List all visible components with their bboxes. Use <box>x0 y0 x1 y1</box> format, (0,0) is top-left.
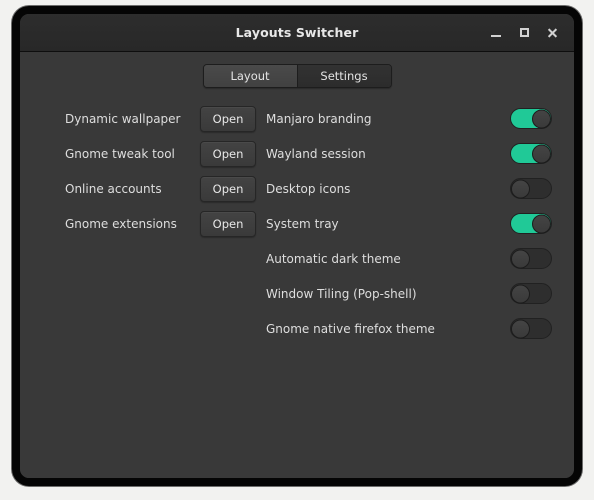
toggle-knob <box>511 319 530 338</box>
list-item: Gnome native firefox theme <box>266 311 552 346</box>
list-item: Automatic dark theme <box>266 241 552 276</box>
toggle-manjaro-branding[interactable] <box>510 108 552 129</box>
open-button-gnome-tweak-tool[interactable]: Open <box>200 140 256 167</box>
minimize-icon <box>491 35 501 37</box>
row-label-gnome-extensions: Gnome extensions <box>65 216 177 231</box>
tab-bar: Layout Settings <box>20 52 574 88</box>
list-item: Wayland session <box>266 136 552 171</box>
maximize-icon <box>519 28 529 37</box>
toggle-knob <box>532 109 551 128</box>
title-bar: Layouts Switcher <box>20 14 574 52</box>
tab-layout-label: Layout <box>230 69 270 83</box>
toggle-knob <box>511 249 530 268</box>
toggle-system-tray[interactable] <box>510 213 552 234</box>
row-label-window-tiling: Window Tiling (Pop-shell) <box>266 286 417 301</box>
row-label-system-tray: System tray <box>266 216 339 231</box>
toggle-gnome-native-firefox-theme[interactable] <box>510 318 552 339</box>
apps-column: Dynamic wallpaper Open Gnome tweak tool … <box>20 101 266 346</box>
settings-columns: Dynamic wallpaper Open Gnome tweak tool … <box>20 88 574 346</box>
row-label-gnome-native-firefox-theme: Gnome native firefox theme <box>266 321 435 336</box>
list-item: Manjaro branding <box>266 101 552 136</box>
tab-settings-label: Settings <box>320 69 368 83</box>
window-title: Layouts Switcher <box>235 25 359 40</box>
list-item: Desktop icons <box>266 171 552 206</box>
list-item: Window Tiling (Pop-shell) <box>266 276 552 311</box>
tab-layout[interactable]: Layout <box>203 65 297 87</box>
close-icon <box>547 27 558 38</box>
options-column: Manjaro branding Wayland session Desktop… <box>266 101 574 346</box>
open-button-label: Open <box>212 111 244 126</box>
maximize-button[interactable] <box>511 20 537 46</box>
row-label-online-accounts: Online accounts <box>65 181 162 196</box>
toggle-knob <box>532 144 551 163</box>
toggle-automatic-dark-theme[interactable] <box>510 248 552 269</box>
tab-settings[interactable]: Settings <box>296 65 391 87</box>
window-content: Layout Settings Dynamic wallpaper Open G… <box>20 52 574 478</box>
list-item: Dynamic wallpaper Open <box>65 101 266 136</box>
open-button-dynamic-wallpaper[interactable]: Open <box>200 105 256 132</box>
toggle-knob <box>511 179 530 198</box>
toggle-knob <box>511 284 530 303</box>
toggle-window-tiling[interactable] <box>510 283 552 304</box>
row-label-desktop-icons: Desktop icons <box>266 181 351 196</box>
row-label-dynamic-wallpaper: Dynamic wallpaper <box>65 111 181 126</box>
list-item: Gnome tweak tool Open <box>65 136 266 171</box>
minimize-button[interactable] <box>483 20 509 46</box>
list-item: System tray <box>266 206 552 241</box>
open-button-label: Open <box>212 216 244 231</box>
open-button-gnome-extensions[interactable]: Open <box>200 210 256 237</box>
application-window: Layouts Switcher Layout Settings Dynamic… <box>20 14 574 478</box>
window-controls <box>483 14 565 51</box>
tab-group: Layout Settings <box>202 64 392 88</box>
toggle-desktop-icons[interactable] <box>510 178 552 199</box>
open-button-label: Open <box>212 146 244 161</box>
row-label-gnome-tweak-tool: Gnome tweak tool <box>65 146 175 161</box>
toggle-knob <box>532 214 551 233</box>
row-label-wayland-session: Wayland session <box>266 146 366 161</box>
list-item: Online accounts Open <box>65 171 266 206</box>
open-button-online-accounts[interactable]: Open <box>200 175 256 202</box>
open-button-label: Open <box>212 181 244 196</box>
close-button[interactable] <box>539 20 565 46</box>
toggle-wayland-session[interactable] <box>510 143 552 164</box>
row-label-automatic-dark-theme: Automatic dark theme <box>266 251 401 266</box>
row-label-manjaro-branding: Manjaro branding <box>266 111 372 126</box>
list-item: Gnome extensions Open <box>65 206 266 241</box>
